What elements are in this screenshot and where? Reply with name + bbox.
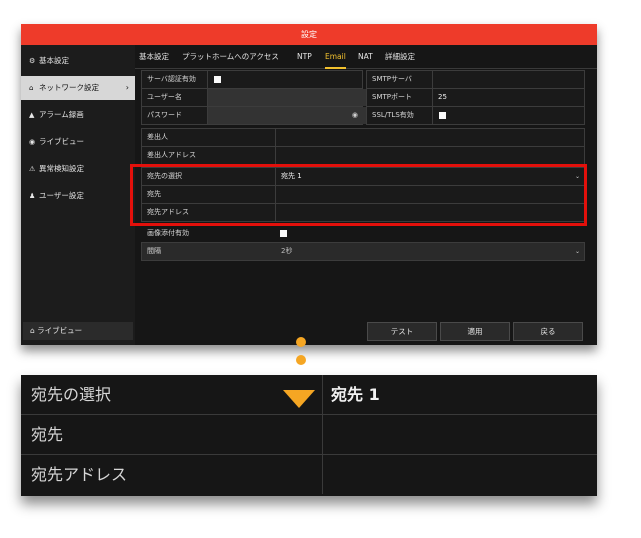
tab-basic[interactable]: 基本設定 bbox=[139, 45, 169, 69]
recipient-select-value[interactable]: 宛先 1 bbox=[276, 168, 561, 185]
smtp-port-label: SMTPポート bbox=[367, 89, 433, 106]
eye-icon: ◉ bbox=[29, 138, 36, 146]
ssl-label: SSL/TLS有効 bbox=[367, 107, 433, 124]
tab-platform-access[interactable]: プラットホームへのアクセス bbox=[182, 45, 279, 69]
smtp-server-row: SMTPサーバ bbox=[366, 70, 585, 89]
username-row: ユーザー名 bbox=[141, 88, 367, 107]
server-auth-row: サーバ認証有効 bbox=[141, 70, 363, 89]
zoom-label: 宛先アドレス bbox=[21, 455, 323, 494]
liveview-button[interactable]: ⌂ ライブビュー bbox=[23, 322, 133, 340]
chevron-right-icon: › bbox=[125, 83, 129, 92]
recipient-address-row: 宛先アドレス bbox=[141, 203, 585, 222]
sidebar-item-network[interactable]: ⌂ ネットワーク設定 › bbox=[21, 76, 135, 100]
sender-row: 差出人 bbox=[141, 128, 585, 147]
bell-icon: ▲ bbox=[29, 111, 35, 119]
warning-icon: ⚠ bbox=[29, 165, 36, 173]
test-button[interactable]: テスト bbox=[367, 322, 437, 341]
sidebar-item-label: ライブビュー bbox=[39, 137, 84, 146]
server-auth-label: サーバ認証有効 bbox=[142, 71, 208, 88]
apply-button[interactable]: 適用 bbox=[440, 322, 510, 341]
network-icon: ⌂ bbox=[29, 84, 34, 92]
sidebar-item-label: ユーザー設定 bbox=[39, 191, 84, 200]
recipient-row: 宛先 bbox=[141, 185, 585, 204]
sidebar-item-label: アラーム録画 bbox=[39, 110, 84, 119]
username-label: ユーザー名 bbox=[142, 89, 208, 106]
ssl-checkbox[interactable] bbox=[439, 112, 446, 119]
interval-row: 間隔 2秒 ⌄ bbox=[141, 242, 585, 261]
password-label: パスワード bbox=[142, 107, 208, 124]
sidebar-item-label: 異常検知設定 bbox=[39, 164, 84, 173]
tab-nat[interactable]: NAT bbox=[358, 45, 373, 69]
interval-value[interactable]: 2秒 bbox=[276, 243, 561, 260]
sidebar-item-label: 基本設定 bbox=[39, 56, 69, 65]
attach-image-row: 画像添付有効 bbox=[141, 224, 585, 243]
sidebar-item-anomaly[interactable]: ⚠ 異常検知設定 bbox=[21, 157, 135, 181]
username-field[interactable] bbox=[208, 89, 367, 106]
recipient-field[interactable] bbox=[276, 186, 581, 203]
smtp-server-field[interactable] bbox=[433, 71, 588, 88]
chevron-down-icon[interactable]: ⌄ bbox=[575, 243, 580, 260]
sender-label: 差出人 bbox=[142, 129, 276, 146]
recipient-select-row: 宛先の選択 宛先 1 ⌄ bbox=[141, 167, 585, 186]
zoom-value: 宛先 1 bbox=[331, 385, 380, 404]
users-icon: ♟ bbox=[29, 192, 36, 200]
window-title: 設定 bbox=[21, 24, 597, 45]
recipient-address-field[interactable] bbox=[276, 204, 581, 221]
zoom-label: 宛先の選択 bbox=[21, 375, 323, 414]
sidebar-item-liveview[interactable]: ◉ ライブビュー bbox=[21, 130, 135, 154]
sender-address-field[interactable] bbox=[276, 147, 581, 164]
attach-image-checkbox[interactable] bbox=[280, 230, 287, 237]
sidebar: ⚙ 基本設定 ⌂ ネットワーク設定 › ▲ アラーム録画 ◉ ライブビュー ⚠ 異常検知設… bbox=[21, 45, 135, 345]
password-row: パスワード ◉ bbox=[141, 106, 367, 125]
ssl-row: SSL/TLS有効 bbox=[366, 106, 585, 125]
attach-image-label: 画像添付有効 bbox=[147, 229, 189, 237]
tab-bar: 基本設定 プラットホームへのアクセス NTP Email NAT 詳細設定 bbox=[135, 45, 597, 69]
recipient-label: 宛先 bbox=[142, 186, 276, 203]
sidebar-item-label: ネットワーク設定 bbox=[39, 83, 99, 92]
sidebar-item-alarm[interactable]: ▲ アラーム録画 bbox=[21, 103, 135, 127]
back-button[interactable]: 戻る bbox=[513, 322, 583, 341]
zoom-row: 宛先アドレス bbox=[21, 455, 597, 495]
sender-address-row: 差出人アドレス bbox=[141, 146, 585, 165]
smtp-port-field[interactable]: 25 bbox=[433, 89, 578, 106]
connector-dot bbox=[296, 337, 306, 347]
sidebar-item-basic[interactable]: ⚙ 基本設定 bbox=[21, 49, 135, 73]
smtp-server-label: SMTPサーバ bbox=[367, 71, 433, 88]
chevron-down-icon[interactable]: ⌄ bbox=[575, 168, 580, 185]
password-field[interactable] bbox=[208, 107, 367, 124]
recipient-select-label: 宛先の選択 bbox=[142, 168, 276, 185]
smtp-port-row: SMTPポート 25 bbox=[366, 88, 585, 107]
sender-field[interactable] bbox=[276, 129, 581, 146]
sender-address-label: 差出人アドレス bbox=[142, 147, 276, 164]
gear-icon: ⚙ bbox=[29, 57, 36, 65]
recipient-address-label: 宛先アドレス bbox=[142, 204, 276, 221]
pointer-arrow-icon bbox=[283, 390, 315, 408]
sidebar-item-users[interactable]: ♟ ユーザー設定 bbox=[21, 184, 135, 208]
zoom-label: 宛先 bbox=[21, 415, 323, 454]
interval-label: 間隔 bbox=[147, 247, 161, 255]
tab-email[interactable]: Email bbox=[325, 45, 346, 69]
tab-ntp[interactable]: NTP bbox=[297, 45, 312, 69]
eye-icon[interactable]: ◉ bbox=[352, 107, 358, 124]
server-auth-checkbox[interactable] bbox=[214, 76, 221, 83]
tab-advanced[interactable]: 詳細設定 bbox=[385, 45, 415, 69]
connector-dot bbox=[296, 355, 306, 365]
zoom-row: 宛先 bbox=[21, 415, 597, 455]
